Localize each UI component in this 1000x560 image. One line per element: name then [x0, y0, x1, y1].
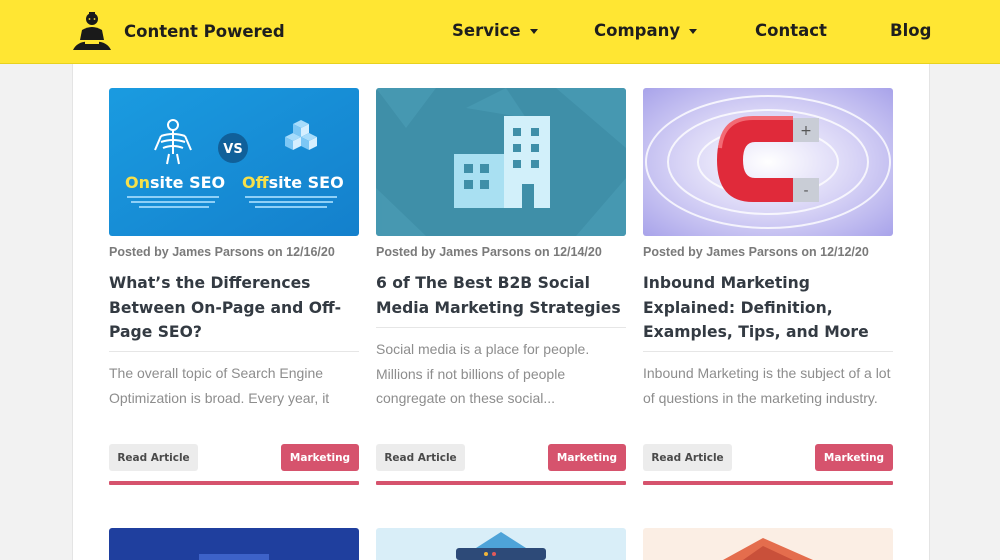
post-meta: Posted by James Parsons on 12/12/20	[643, 245, 869, 259]
chevron-down-icon	[689, 29, 698, 34]
post-thumbnail[interactable]	[643, 528, 893, 560]
nav-item-blog[interactable]: Blog	[890, 21, 931, 40]
divider	[376, 327, 626, 328]
read-article-button[interactable]: Read Article	[109, 444, 198, 471]
brand-link[interactable]: Content Powered	[70, 10, 285, 54]
site-header: Content Powered Service Company Contact …	[0, 0, 1000, 64]
nav-label: Blog	[890, 21, 932, 40]
post-excerpt: Social media is a place for people. Mill…	[376, 341, 590, 406]
brand-name: Content Powered	[124, 22, 285, 41]
nav-item-service[interactable]: Service	[452, 21, 538, 40]
nav-item-contact[interactable]: Contact	[755, 21, 827, 40]
post-title[interactable]: What’s the Differences Between On-Page a…	[109, 271, 359, 345]
category-tag-button[interactable]: Marketing	[815, 444, 893, 471]
nav-item-company[interactable]: Company	[594, 21, 698, 40]
svg-text:Onsite SEO: Onsite SEO	[125, 173, 225, 192]
svg-text:Offsite SEO: Offsite SEO	[242, 173, 344, 192]
category-tag-button[interactable]: Marketing	[548, 444, 626, 471]
nav-label: Service	[452, 21, 521, 40]
category-tag-button[interactable]: Marketing	[281, 444, 359, 471]
read-article-button[interactable]: Read Article	[643, 444, 732, 471]
post-thumbnail[interactable]	[109, 528, 359, 560]
post-excerpt: The overall topic of Search Engine Optim…	[109, 365, 330, 406]
post-excerpt: Inbound Marketing is the subject of a lo…	[643, 365, 891, 406]
post-thumbnail[interactable]: + -	[643, 88, 893, 236]
nav-label: Contact	[755, 21, 827, 40]
vs-text: VS	[223, 142, 242, 157]
logo-icon	[73, 12, 111, 50]
svg-text:-: -	[803, 183, 808, 199]
read-article-button[interactable]: Read Article	[376, 444, 465, 471]
post-meta: Posted by James Parsons on 12/14/20	[376, 245, 602, 259]
divider	[109, 351, 359, 352]
post-title[interactable]: 6 of The Best B2B Social Media Marketing…	[376, 271, 626, 320]
card-accent-bar	[643, 481, 893, 485]
svg-text:+: +	[800, 123, 812, 139]
post-thumbnail[interactable]	[376, 88, 626, 236]
post-thumbnail[interactable]: VS Onsite SEO Offsite SEO	[109, 88, 359, 236]
post-meta: Posted by James Parsons on 12/16/20	[109, 245, 335, 259]
divider	[643, 351, 893, 352]
chevron-down-icon	[529, 29, 538, 34]
card-accent-bar	[109, 481, 359, 485]
card-accent-bar	[376, 481, 626, 485]
post-title[interactable]: Inbound Marketing Explained: Definition,…	[643, 271, 893, 345]
nav-label: Company	[594, 21, 681, 40]
post-thumbnail[interactable]	[376, 528, 626, 560]
